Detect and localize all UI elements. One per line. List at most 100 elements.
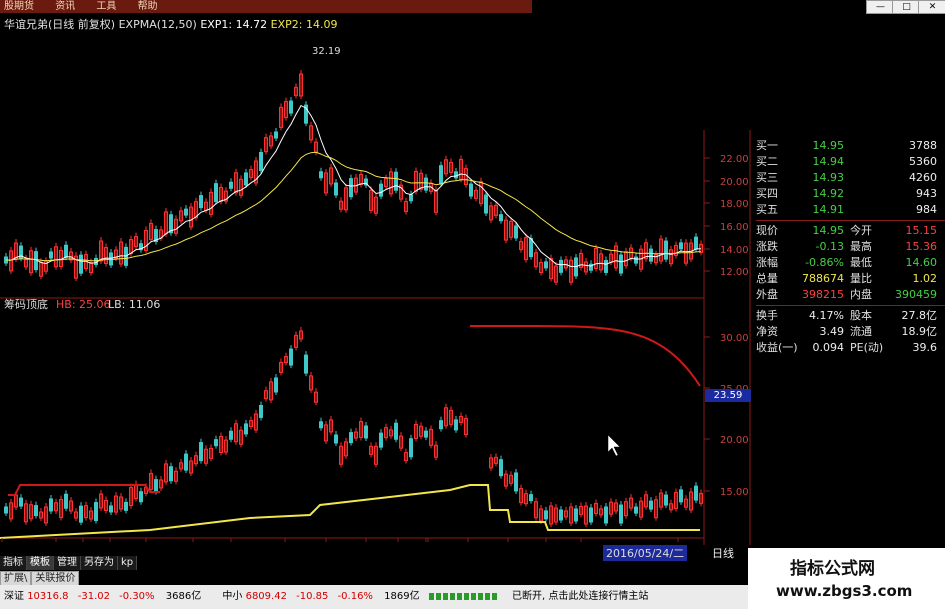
connection-status[interactable]: 已断开, 点击此处连接行情主站 [512, 591, 648, 602]
quote-label: 外盘 [756, 288, 778, 301]
date-tick: 2014年 [4, 544, 39, 545]
zx-index-name[interactable]: 中小 [222, 591, 242, 602]
chip-candle-body [454, 419, 458, 431]
divider [756, 220, 945, 221]
bid-label: 买一 [756, 139, 778, 152]
chip-candle-body [289, 348, 293, 366]
exp1-line [5, 104, 702, 268]
candle-body [349, 178, 353, 198]
bid-volume: 4260 [909, 171, 937, 184]
period-label[interactable]: 日线 [712, 545, 734, 561]
quote-label: 最低 [850, 256, 872, 269]
price-tick: 14.00 [720, 245, 749, 256]
chip-candle-body [349, 432, 353, 444]
chip-candle-body [559, 509, 563, 521]
quote-label: 总量 [756, 272, 778, 285]
high-price-label: 32.19 [312, 46, 341, 57]
stat-value: 0.094 [812, 341, 845, 354]
bid-volume: 943 [916, 187, 937, 200]
menu-item-tools[interactable]: 工具 [92, 1, 116, 12]
quote-row: 涨跌 -0.13 最高 15.36 [756, 239, 945, 255]
stat-label: 换手 [756, 309, 778, 322]
chip-candle-body [574, 508, 578, 522]
chip-candle-body [154, 479, 158, 493]
price-tick: 20.00 [720, 177, 749, 188]
chip-candle-body [304, 354, 308, 374]
candle-body [319, 171, 323, 179]
chip-candle-body [214, 439, 218, 447]
chip-candle-body [229, 430, 233, 440]
quote-label: 现价 [756, 224, 778, 237]
stat-label: 流通 [850, 325, 872, 338]
chip-candle-body [604, 506, 608, 524]
stat-value: 4.17% [809, 309, 844, 322]
quote-value: -0.13 [815, 240, 844, 253]
candle-body [334, 182, 338, 196]
candle-body [559, 259, 563, 273]
kline-chart[interactable]: 22.0020.0018.0016.0014.0012.00 30.0025.0… [0, 30, 756, 545]
candle-body [64, 244, 68, 258]
bid-row[interactable]: 买五 14.91 984 [756, 202, 945, 218]
zx-index-pct: -0.16% [337, 591, 373, 602]
signal-strength-icon [428, 592, 499, 600]
bid-row[interactable]: 买二 14.94 5360 [756, 154, 945, 170]
divider [756, 305, 945, 306]
candle-body [394, 171, 398, 191]
menu-item-futures[interactable]: 股期货 [0, 1, 34, 12]
candle-body [634, 256, 638, 264]
candle-body [679, 242, 683, 250]
maximize-button[interactable]: □ [892, 0, 921, 14]
candle-body [529, 238, 533, 258]
bid-volume: 5360 [909, 155, 937, 168]
sz-index-amount: 3686亿 [165, 591, 202, 602]
tab-extend[interactable]: 扩展\ [0, 571, 32, 586]
cost-top-curve [470, 325, 701, 387]
quote-label: 最高 [850, 240, 872, 253]
tab-related-quote[interactable]: 关联报价 [31, 571, 80, 586]
price-tick: 15.00 [720, 487, 749, 498]
candle-body [214, 183, 218, 203]
chip-candle-body [694, 485, 698, 501]
stat-label: 净资 [756, 325, 778, 338]
quote-row: 涨幅 -0.86% 最低 14.60 [756, 255, 945, 271]
bid-label: 买二 [756, 155, 778, 168]
stat-label: 收益(一) [756, 341, 798, 354]
close-button[interactable]: ✕ [918, 0, 945, 14]
chip-candle-body [274, 377, 278, 393]
upper-candles [4, 69, 703, 286]
tab-manage[interactable]: 管理 [54, 556, 81, 570]
bid-price: 14.91 [812, 203, 845, 216]
window-controls: — □ ✕ [532, 0, 945, 14]
bid-row[interactable]: 买四 14.92 943 [756, 186, 945, 202]
bid-row[interactable]: 买三 14.93 4260 [756, 170, 945, 186]
candle-body [439, 165, 443, 185]
quote-value: 15.36 [905, 240, 938, 253]
stat-row: 净资 3.49 流通 18.9亿 [756, 324, 945, 340]
stat-row: 收益(一) 0.094 PE(动) 39.6 [756, 340, 945, 356]
candle-body [409, 194, 413, 202]
quote-value: 788674 [802, 272, 844, 285]
menu-item-help[interactable]: 帮助 [134, 1, 158, 12]
minimize-button[interactable]: — [866, 0, 895, 14]
chip-candle-body [79, 505, 83, 523]
chip-candle-body [514, 472, 518, 492]
tab-save-as[interactable]: 另存为 [81, 556, 118, 570]
lb-value: LB: 11.06 [108, 298, 160, 311]
menu-item-news[interactable]: 资讯 [51, 1, 75, 12]
candle-body [274, 131, 278, 139]
chip-candle-body [529, 494, 533, 502]
price-tick: 16.00 [720, 222, 749, 233]
lower-price-axis: 30.0025.0020.0015.00 [704, 333, 749, 498]
sz-index-name[interactable]: 深证 [4, 591, 24, 602]
price-tick: 12.00 [720, 267, 749, 278]
tab-kp[interactable]: kp [118, 556, 138, 570]
quote-label: 量比 [850, 272, 872, 285]
stat-value: 3.49 [819, 325, 845, 338]
bid-row[interactable]: 买一 14.95 3788 [756, 138, 945, 154]
quote-value: -0.86% [805, 256, 844, 269]
sz-index-pct: -0.30% [119, 591, 155, 602]
tab-indicator[interactable]: 指标 [0, 556, 27, 570]
candle-body [454, 171, 458, 179]
chip-candle-body [409, 438, 413, 458]
tab-template[interactable]: 模板 [27, 556, 54, 570]
